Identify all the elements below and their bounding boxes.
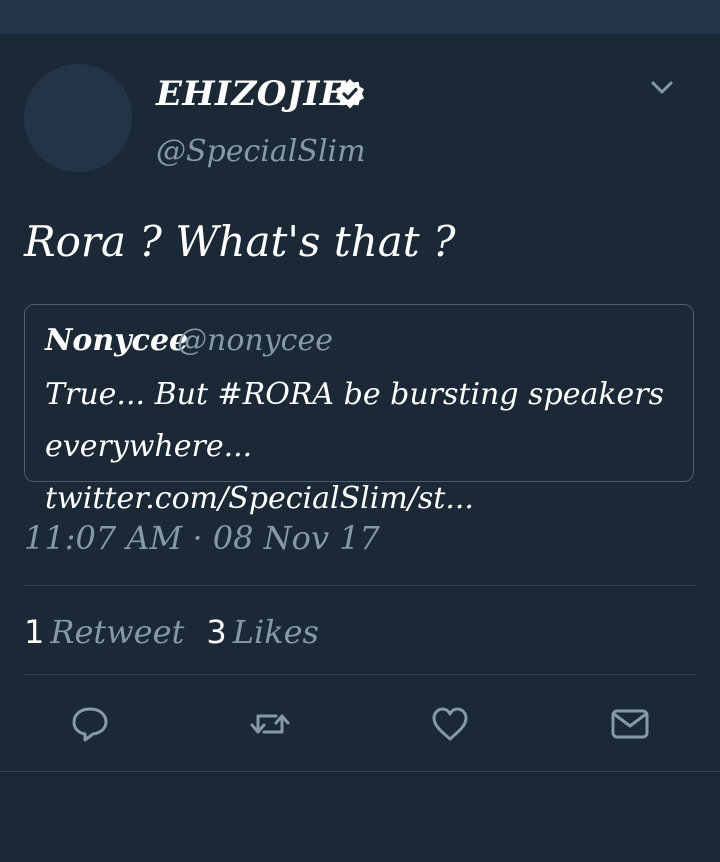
retweet-icon[interactable] xyxy=(248,702,292,746)
like-count[interactable]: 3 xyxy=(206,613,226,651)
timestamp: 11:07 AM · 08 Nov 17 xyxy=(24,519,380,557)
status-bar xyxy=(0,0,720,34)
tweet-detail: EHIZOJIE @SpecialSlim Rora ? What's that… xyxy=(0,34,720,772)
divider xyxy=(24,674,696,675)
quoted-text-line-1: True... But #RORA be bursting speakers xyxy=(45,377,665,412)
quoted-text-line-2: everywhere... twitter.com/SpecialSlim/st… xyxy=(45,429,474,516)
author-handle[interactable]: @SpecialSlim xyxy=(156,132,366,172)
chevron-down-icon[interactable] xyxy=(648,78,676,98)
avatar[interactable] xyxy=(24,64,132,172)
reply-icon[interactable] xyxy=(68,702,112,746)
quoted-tweet[interactable]: Nonycee @nonycee True... But #RORA be bu… xyxy=(24,304,694,516)
retweet-label[interactable]: Retweet xyxy=(50,613,184,651)
tweet-text: Rora ? What's that ? xyxy=(24,217,456,266)
quoted-handle: @nonycee xyxy=(177,323,333,358)
quoted-display-name: Nonycee xyxy=(45,323,189,358)
quoted-text: True... But #RORA be bursting speakers e… xyxy=(45,369,675,525)
author-display-name[interactable]: EHIZOJIE xyxy=(156,72,346,116)
like-label[interactable]: Likes xyxy=(233,613,319,651)
divider xyxy=(0,771,720,772)
engagement-stats: 1 Retweet 3 Likes xyxy=(24,612,341,652)
like-icon[interactable] xyxy=(428,702,472,746)
message-icon[interactable] xyxy=(608,702,652,746)
retweet-count[interactable]: 1 xyxy=(24,613,44,651)
verified-badge-icon xyxy=(334,78,366,110)
divider xyxy=(24,585,696,586)
